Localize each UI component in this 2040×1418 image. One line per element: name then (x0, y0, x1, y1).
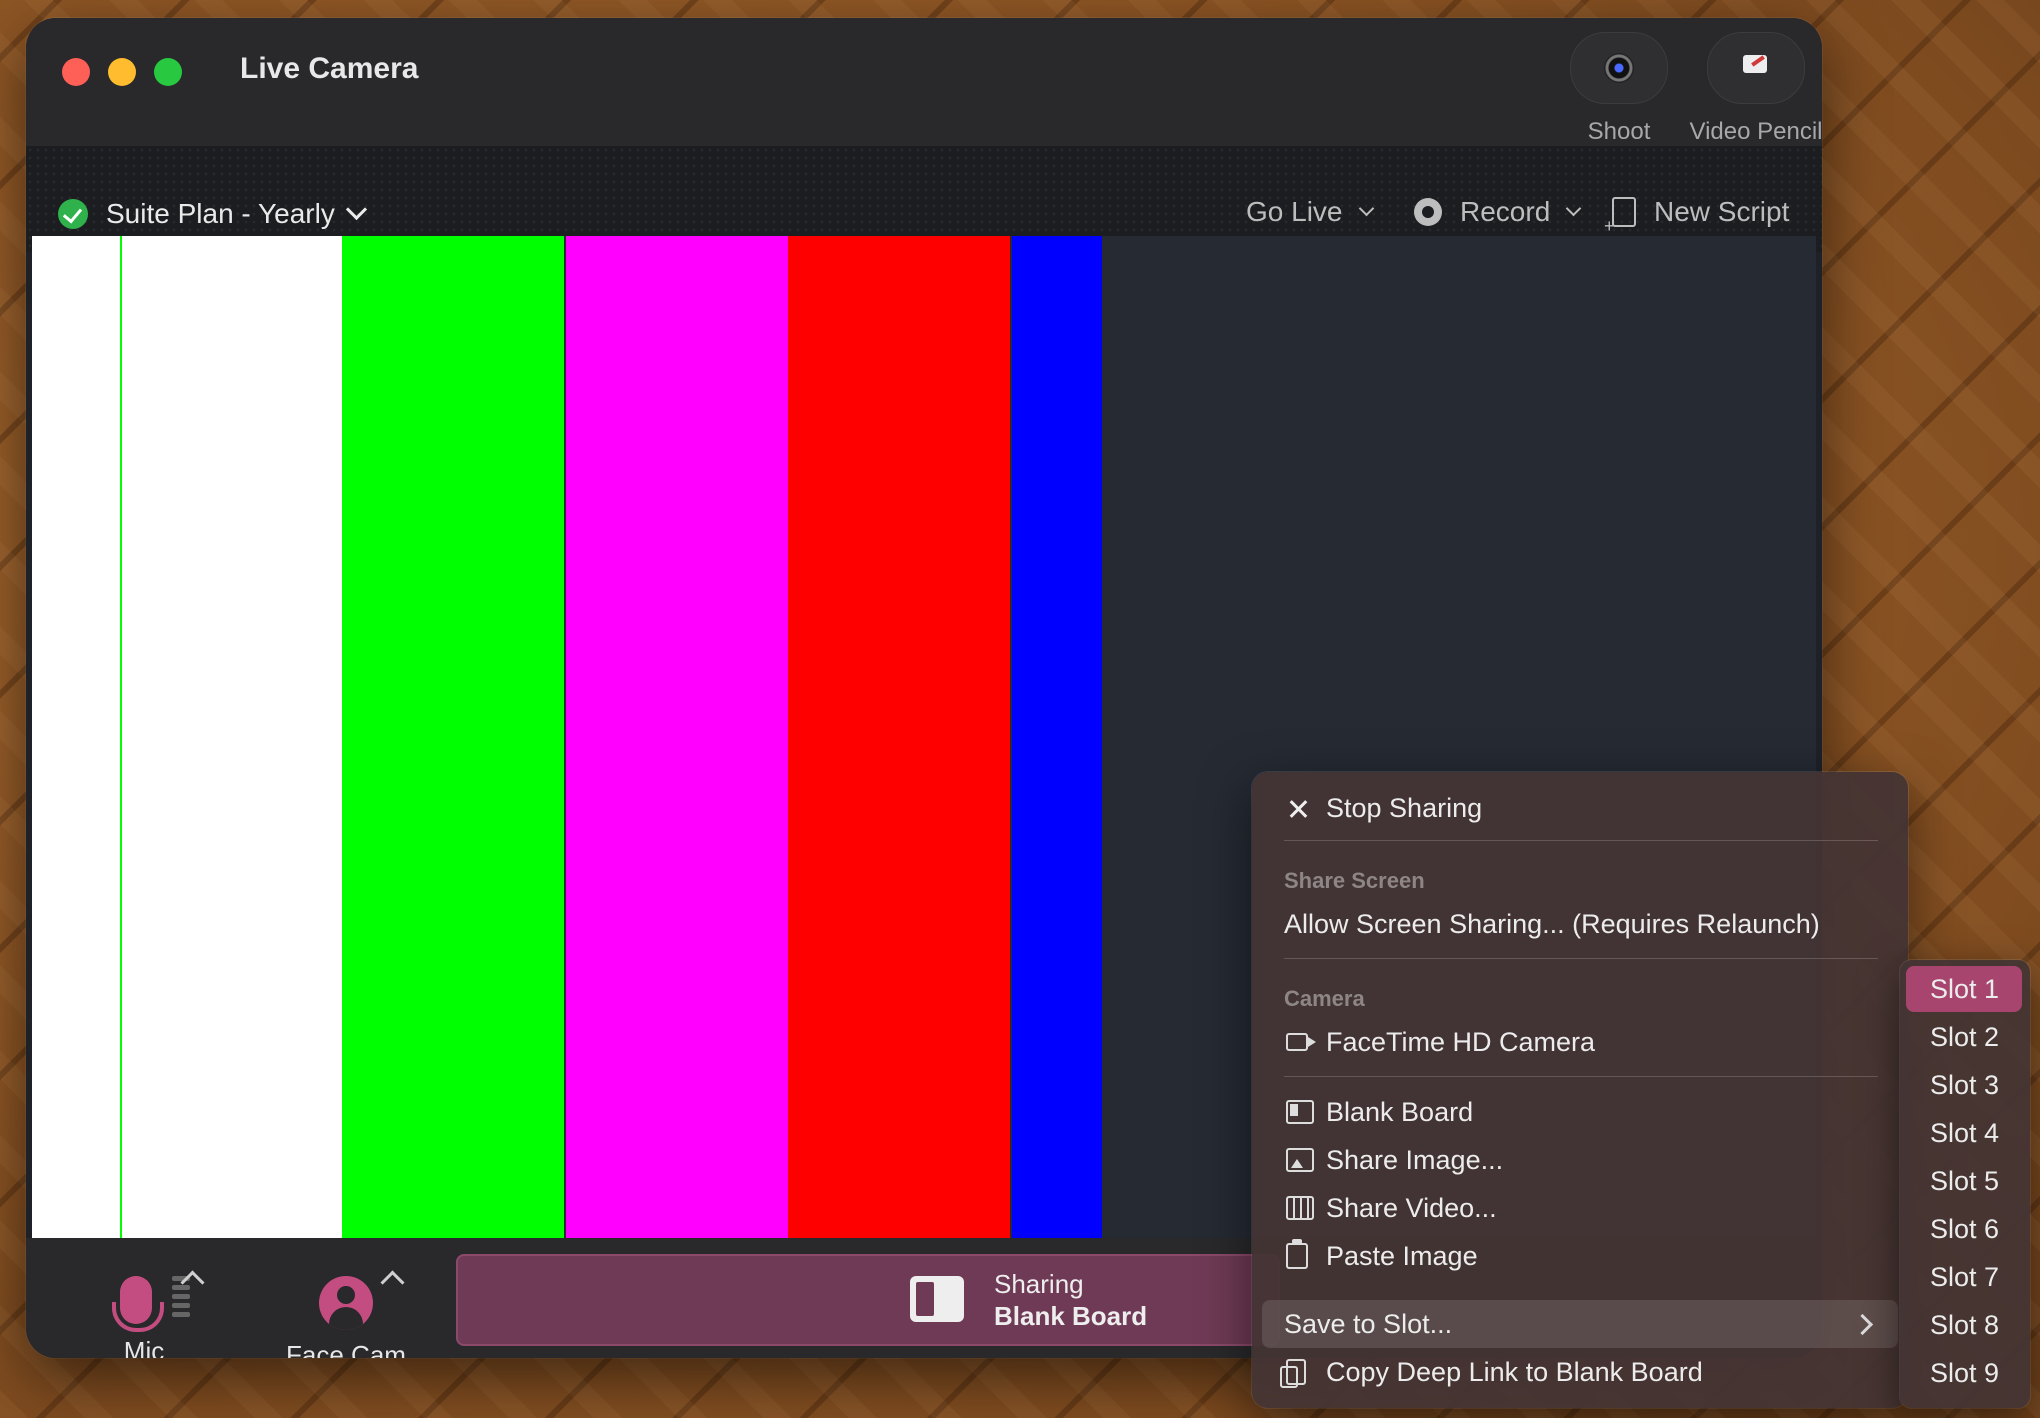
plan-label: Suite Plan - Yearly (106, 198, 335, 229)
slot-item[interactable]: Slot 7 (1906, 1254, 2022, 1300)
copy-link-icon (1280, 1359, 1306, 1388)
zoom-window-button[interactable] (154, 58, 182, 86)
chevron-down-icon (345, 198, 367, 220)
face-cam-button[interactable]: Face Cam (256, 1276, 436, 1358)
green-line (120, 236, 122, 1238)
chevron-down-icon (1358, 200, 1374, 216)
slot-item[interactable]: Slot 9 (1906, 1350, 2022, 1396)
video-camera-icon (1286, 1033, 1316, 1051)
chevron-down-icon (1565, 200, 1582, 216)
menu-item-copy-deep-link[interactable]: Copy Deep Link to Blank Board (1252, 1350, 1908, 1394)
menu-item-label: Save to Slot... (1284, 1308, 1453, 1339)
film-icon (1286, 1196, 1314, 1220)
record-label: Record (1460, 196, 1551, 227)
image-icon (1286, 1148, 1314, 1172)
microphone-icon (112, 1276, 164, 1332)
clipboard-icon (1286, 1239, 1308, 1269)
video-pencil-icon (1743, 55, 1767, 73)
camera-lens-icon (1604, 53, 1634, 83)
new-document-icon (1604, 197, 1636, 237)
chevron-right-icon (1851, 1313, 1874, 1335)
sharing-target: Blank Board (994, 1301, 1148, 1331)
new-script-button[interactable]: New Script (1604, 196, 1790, 237)
menu-item-label: Stop Sharing (1326, 792, 1483, 823)
sharing-label: Sharing (994, 1269, 1084, 1299)
slot-item[interactable]: Slot 8 (1906, 1302, 2022, 1348)
close-icon (1286, 798, 1310, 818)
color-bar-blue (1012, 236, 1102, 1238)
slot-item[interactable]: Slot 3 (1906, 1062, 2022, 1108)
menu-item-blank-board[interactable]: Blank Board (1252, 1090, 1908, 1134)
menu-item-label: Share Video... (1326, 1192, 1497, 1223)
verified-check-icon (58, 199, 88, 229)
menu-item-save-to-slot[interactable]: Save to Slot... (1252, 1302, 1908, 1346)
new-script-label: New Script (1654, 196, 1790, 227)
menu-item-share-image[interactable]: Share Image... (1252, 1138, 1908, 1182)
color-bar-green (342, 236, 564, 1238)
menu-item-label: FaceTime HD Camera (1326, 1026, 1596, 1057)
go-live-label: Go Live (1246, 196, 1343, 227)
menu-item-facetime-camera[interactable]: FaceTime HD Camera (1252, 1020, 1908, 1064)
slot-item[interactable]: Slot 6 (1906, 1206, 2022, 1252)
blank-board-icon (910, 1276, 964, 1322)
sharing-button[interactable]: Sharing Blank Board (456, 1254, 1280, 1346)
slot-item[interactable]: Slot 2 (1906, 1014, 2022, 1060)
color-bar-red (788, 236, 1010, 1238)
menu-item-label: Blank Board (1326, 1096, 1474, 1127)
menu-item-label: Share Image... (1326, 1144, 1504, 1175)
video-pencil-label: Video Pencil (1689, 118, 1823, 145)
section-share-screen: Share Screen (1284, 868, 1425, 893)
slot-item[interactable]: Slot 5 (1906, 1158, 2022, 1204)
menu-item-label: Allow Screen Sharing... (Requires Relaun… (1284, 908, 1820, 939)
slot-item[interactable]: Slot 1 (1906, 966, 2022, 1012)
window-title: Live Camera (240, 52, 419, 85)
menu-item-share-video[interactable]: Share Video... (1252, 1186, 1908, 1230)
menu-item-allow-screen-sharing[interactable]: Allow Screen Sharing... (Requires Relaun… (1252, 902, 1908, 946)
record-button[interactable]: Record (1414, 196, 1582, 228)
plan-selector[interactable]: Suite Plan - Yearly (58, 198, 367, 230)
color-bar-magenta (566, 236, 788, 1238)
shoot-label: Shoot (1587, 118, 1651, 145)
section-camera: Camera (1284, 986, 1365, 1011)
face-cam-label: Face Cam (286, 1340, 406, 1358)
color-bar-white (32, 236, 342, 1238)
video-pencil-button[interactable]: Video Pencil (1666, 32, 1822, 146)
sharing-context-menu: Stop Sharing Share Screen Allow Screen S… (1252, 772, 1908, 1408)
minimize-window-button[interactable] (108, 58, 136, 86)
menu-item-paste-image[interactable]: Paste Image (1252, 1234, 1908, 1278)
title-bar: Live Camera Shoot Video Pencil (26, 18, 1822, 146)
go-live-button[interactable]: Go Live (1246, 196, 1374, 228)
menu-item-label: Copy Deep Link to Blank Board (1326, 1356, 1703, 1387)
slot-item[interactable]: Slot 4 (1906, 1110, 2022, 1156)
person-icon (319, 1276, 373, 1330)
menu-item-label: Paste Image (1326, 1240, 1478, 1271)
record-icon (1414, 198, 1442, 226)
blank-board-icon (1286, 1100, 1314, 1124)
save-to-slot-submenu: Slot 1 Slot 2 Slot 3 Slot 4 Slot 5 Slot … (1900, 960, 2030, 1408)
menu-item-stop-sharing[interactable]: Stop Sharing (1252, 786, 1908, 830)
close-window-button[interactable] (62, 58, 90, 86)
mic-label: Mic (123, 1336, 165, 1358)
